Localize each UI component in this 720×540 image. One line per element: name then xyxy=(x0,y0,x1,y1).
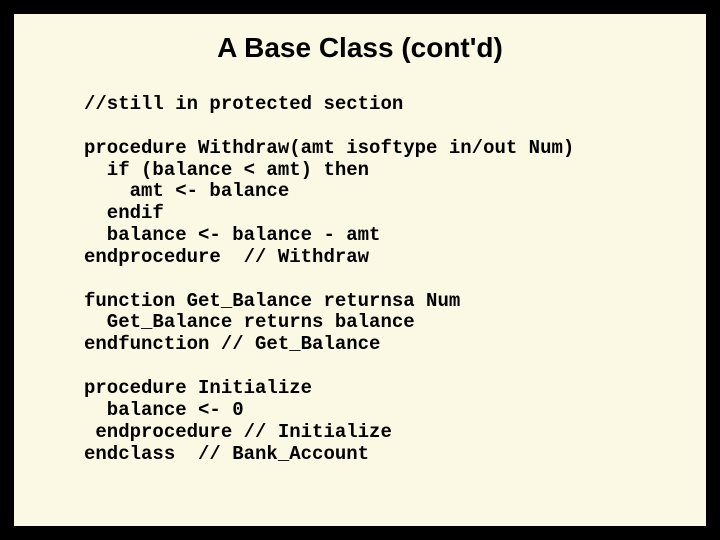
code-line: procedure Initialize xyxy=(84,377,312,399)
code-line: endprocedure // Withdraw xyxy=(84,246,369,268)
code-line: endprocedure // Initialize xyxy=(84,421,392,443)
code-line: //still in protected section xyxy=(84,93,403,115)
code-line: endfunction // Get_Balance xyxy=(84,333,380,355)
slide-title: A Base Class (cont'd) xyxy=(54,32,666,64)
code-line: endif xyxy=(84,202,164,224)
code-line: balance <- 0 xyxy=(84,399,244,421)
slide-body: A Base Class (cont'd) //still in protect… xyxy=(12,12,708,528)
code-line: endclass // Bank_Account xyxy=(84,443,369,465)
code-line: if (balance < amt) then xyxy=(84,159,369,181)
code-line: Get_Balance returns balance xyxy=(84,311,415,333)
code-line: balance <- balance - amt xyxy=(84,224,380,246)
code-line: procedure Withdraw(amt isoftype in/out N… xyxy=(84,137,574,159)
code-line: amt <- balance xyxy=(84,180,289,202)
code-block: //still in protected section procedure W… xyxy=(84,94,666,465)
code-line: function Get_Balance returnsa Num xyxy=(84,290,460,312)
slide-frame: A Base Class (cont'd) //still in protect… xyxy=(0,0,720,540)
